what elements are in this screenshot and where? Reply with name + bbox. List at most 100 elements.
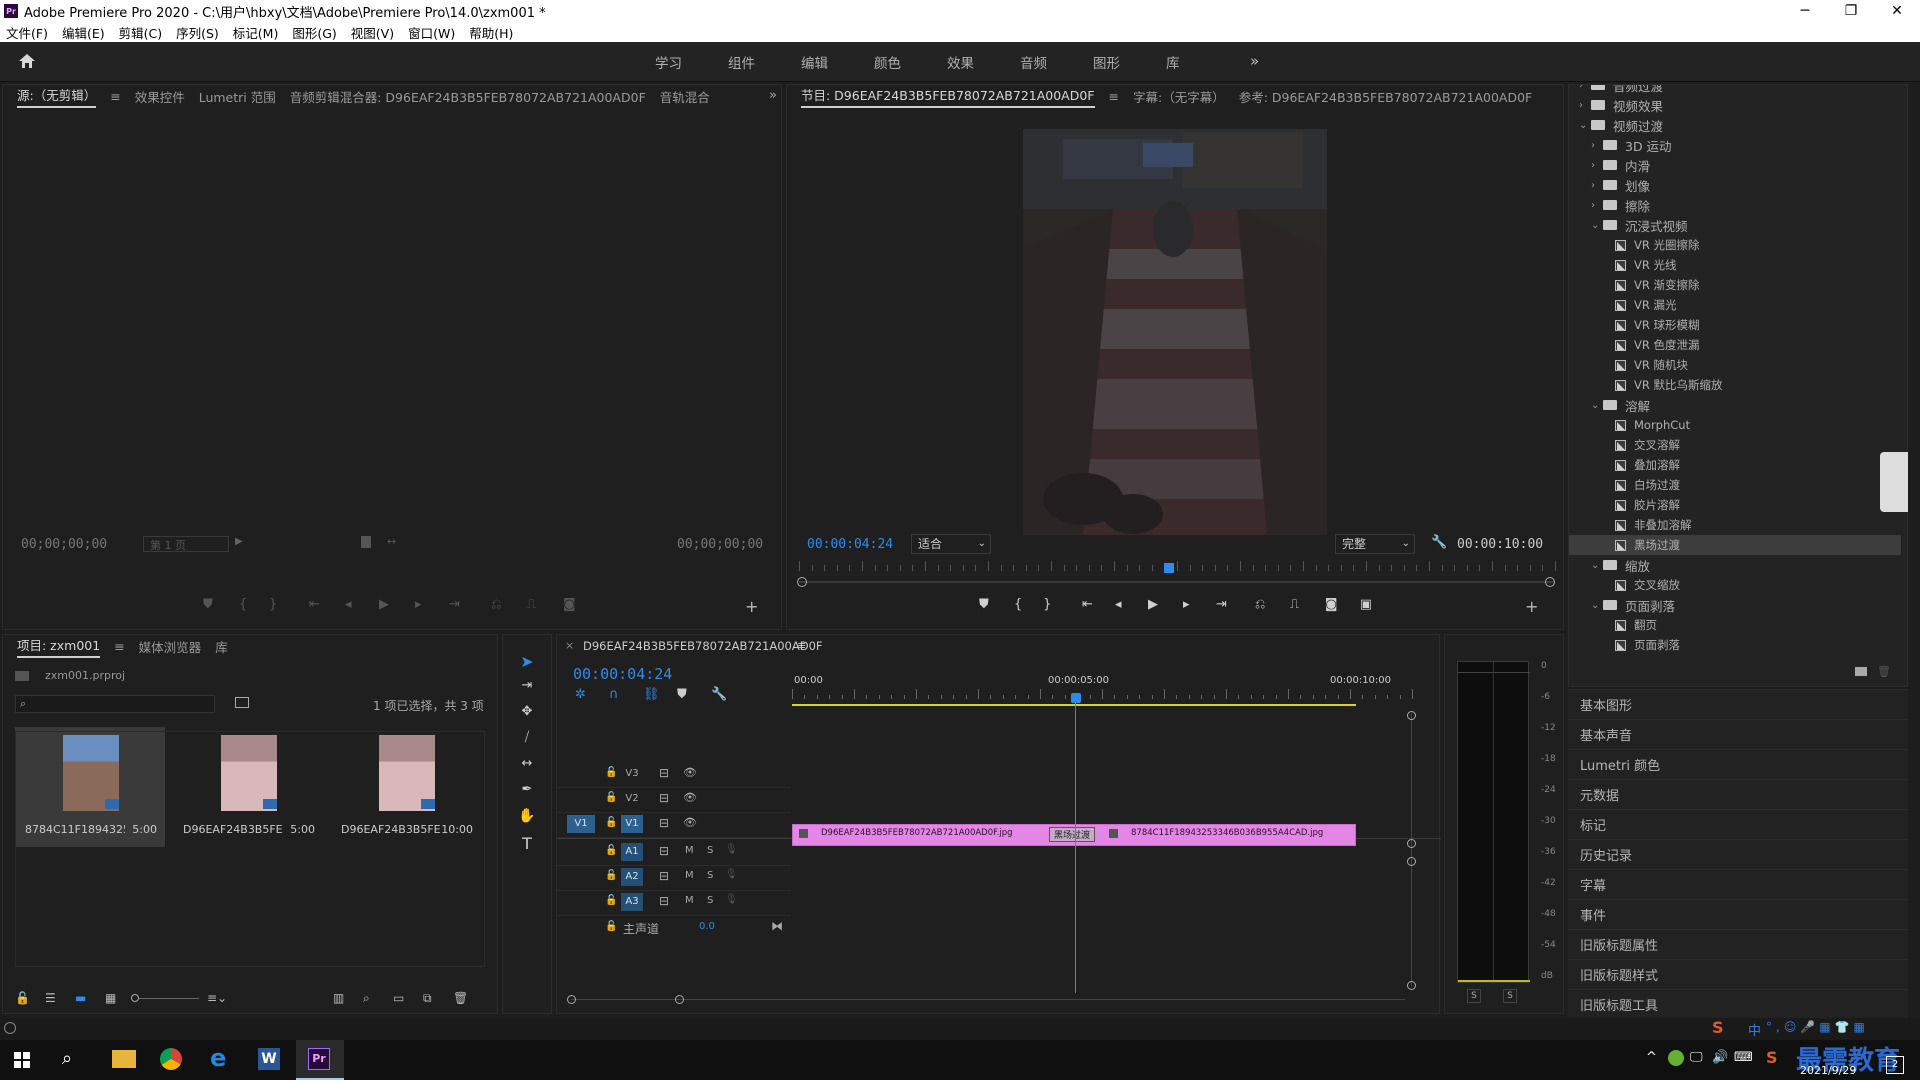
hscroll-handle[interactable] <box>567 995 576 1004</box>
chevron-down-icon[interactable]: ⌄ <box>1591 400 1603 411</box>
tray-chevron-icon[interactable]: ^ <box>1646 1050 1657 1065</box>
chevron-down-icon[interactable]: ⌄ <box>1591 600 1603 611</box>
find-icon[interactable]: ⌕ <box>363 991 393 1006</box>
panel-more-icon[interactable]: » <box>769 88 777 103</box>
source-page-select[interactable]: 第 1 页 <box>143 536 229 552</box>
goto-out-icon[interactable]: ⇥ <box>449 597 491 615</box>
timeline-playhead-handle[interactable] <box>1071 693 1081 703</box>
sort-icon[interactable]: ≡⌄ <box>207 991 247 1005</box>
chevron-right-icon[interactable]: › <box>1591 180 1603 191</box>
effects-folder[interactable]: › 擦除 <box>1591 195 1650 215</box>
microphone-icon[interactable]: 🎙 <box>725 894 738 905</box>
mark-in-icon[interactable]: { <box>239 597 269 615</box>
master-end-icon[interactable]: ⧓ <box>771 919 783 933</box>
sync-lock-icon[interactable]: ⊟ <box>659 869 669 883</box>
lock-icon[interactable]: 🔓 <box>605 767 617 778</box>
icon-view-icon[interactable]: ▬ <box>75 991 105 1005</box>
lock-icon[interactable]: 🔓 <box>605 895 617 906</box>
source-drag-icon[interactable]: ↔ <box>387 535 396 548</box>
effects-folder[interactable]: ⌄ 缩放 <box>1591 555 1650 575</box>
panel-tab[interactable]: 音频剪辑混合器: D96EAF24B3B5FEB78072AB721A00AD0… <box>290 87 646 106</box>
panel-tab[interactable]: 媒体浏览器 <box>139 637 202 656</box>
step-forward-icon[interactable]: ▸ <box>415 597 449 615</box>
tray-app-icon[interactable] <box>1668 1050 1684 1066</box>
microphone-icon[interactable]: 🎙 <box>725 844 738 855</box>
zoom-handle-right[interactable] <box>1545 577 1555 587</box>
ime-icon[interactable]: ⌨ <box>1734 1050 1753 1065</box>
panel-item[interactable]: 基本声音 <box>1568 719 1908 749</box>
step-back-icon[interactable]: ◂ <box>1115 597 1148 615</box>
windows-start-icon[interactable] <box>14 1052 30 1068</box>
zoom-handle-left[interactable] <box>797 577 807 587</box>
solo-button[interactable]: S <box>707 845 713 856</box>
chevron-right-icon[interactable]: › <box>1591 160 1603 171</box>
panel-menu-icon[interactable]: ≡ <box>1109 89 1119 104</box>
search-icon[interactable]: ⌕ <box>62 1048 72 1069</box>
track-target[interactable]: V1 <box>621 815 643 833</box>
panel-item[interactable]: 旧版标题样式 <box>1568 959 1908 989</box>
clock-date[interactable]: 2021/9/29 <box>1800 1064 1856 1077</box>
lock-icon[interactable]: 🔓 <box>605 817 617 828</box>
panel-item[interactable]: 元数据 <box>1568 779 1908 809</box>
word-icon[interactable]: W <box>258 1048 280 1070</box>
compare-icon[interactable]: ▣ <box>1360 597 1389 615</box>
wrench-icon[interactable]: 🔧 <box>1431 535 1447 550</box>
panel-tab[interactable]: Lumetri 范围 <box>199 87 276 106</box>
pen-tool-icon[interactable]: ✒ <box>517 782 537 797</box>
snap-icon[interactable]: ∩ <box>609 687 643 703</box>
transition-black[interactable]: 黑场过渡 <box>1049 827 1096 842</box>
effects-folder[interactable]: ⌄ 溶解 <box>1591 395 1650 415</box>
effect-item[interactable]: VR 默比乌斯缩放 <box>1603 375 1723 395</box>
chevron-down-icon[interactable]: ⌄ <box>1591 220 1603 231</box>
close-button[interactable]: ✕ <box>1874 0 1920 22</box>
effect-item[interactable]: 胶片溶解 <box>1603 495 1680 515</box>
program-time-ruler[interactable] <box>799 561 1556 575</box>
menu-item[interactable]: 帮助(H) <box>469 23 513 42</box>
lift-icon[interactable]: ⎌ <box>1255 597 1290 615</box>
step-back-icon[interactable]: ◂ <box>345 597 379 615</box>
play-icon[interactable]: ▶ <box>1148 597 1183 615</box>
panel-tab[interactable]: 节目: D96EAF24B3B5FEB78072AB721A00AD0F <box>801 85 1095 108</box>
sync-lock-icon[interactable]: ⊟ <box>659 791 669 805</box>
nest-icon[interactable]: ✲ <box>575 687 609 703</box>
effect-item[interactable]: VR 光线 <box>1603 255 1677 275</box>
menu-item[interactable]: 剪辑(C) <box>119 23 162 42</box>
goto-in-icon[interactable]: ⇤ <box>309 597 345 615</box>
effects-folder[interactable]: › 3D 运动 <box>1591 135 1672 155</box>
effects-folder[interactable]: ⌄ 页面剥落 <box>1591 595 1675 615</box>
workspace-more-button[interactable]: » <box>1250 52 1259 70</box>
hscroll-handle[interactable] <box>675 995 684 1004</box>
effect-item[interactable]: VR 渐变擦除 <box>1603 275 1700 295</box>
program-zoom-bar[interactable] <box>799 581 1555 583</box>
chevron-right-icon[interactable]: › <box>1591 200 1603 211</box>
new-bin-icon[interactable] <box>1855 667 1867 676</box>
workspace-tab[interactable]: 图形 <box>1093 52 1120 72</box>
list-view-icon[interactable]: ☰ <box>45 991 75 1005</box>
add-marker-icon[interactable]: ⛊ <box>677 687 711 703</box>
vscroll-handle[interactable] <box>1407 839 1416 848</box>
source-timecode[interactable]: 00;00;00;00 <box>21 537 107 552</box>
effects-folder[interactable]: › 音频过渡 <box>1579 85 1663 95</box>
timeline-vscroll[interactable] <box>1411 713 1412 987</box>
type-tool-icon[interactable]: T <box>517 834 537 853</box>
sync-lock-icon[interactable]: ⊟ <box>659 816 669 830</box>
chevron-right-icon[interactable]: › <box>1579 85 1591 91</box>
track-target[interactable]: V2 <box>621 790 643 808</box>
mark-in-icon[interactable]: { <box>1014 597 1043 615</box>
effect-item[interactable]: VR 随机块 <box>1603 355 1688 375</box>
chevron-down-icon[interactable]: ⌄ <box>1579 120 1591 131</box>
workspace-tab[interactable]: 效果 <box>947 52 974 72</box>
panel-tab[interactable]: 音轨混合 <box>660 87 710 106</box>
sync-lock-icon[interactable]: ⊟ <box>659 766 669 780</box>
workspace-tab[interactable]: 编辑 <box>801 52 828 72</box>
volume-icon[interactable]: 🔊 <box>1712 1050 1728 1065</box>
goto-in-icon[interactable]: ⇤ <box>1082 597 1115 615</box>
sequence-menu-icon[interactable]: ≡ <box>797 639 806 652</box>
play-icon[interactable]: ▶ <box>379 597 415 615</box>
chevron-right-icon[interactable]: › <box>1579 100 1591 111</box>
page-next-icon[interactable]: ▶ <box>235 536 243 547</box>
lock-icon[interactable]: 🔓 <box>605 870 617 881</box>
clip-1-label[interactable]: D96EAF24B3B5FEB78072AB721A00AD0F.jpg <box>821 828 1013 838</box>
timeline-hscroll[interactable] <box>571 999 1405 1000</box>
effects-folder[interactable]: ⌄ 沉浸式视频 <box>1591 215 1688 235</box>
